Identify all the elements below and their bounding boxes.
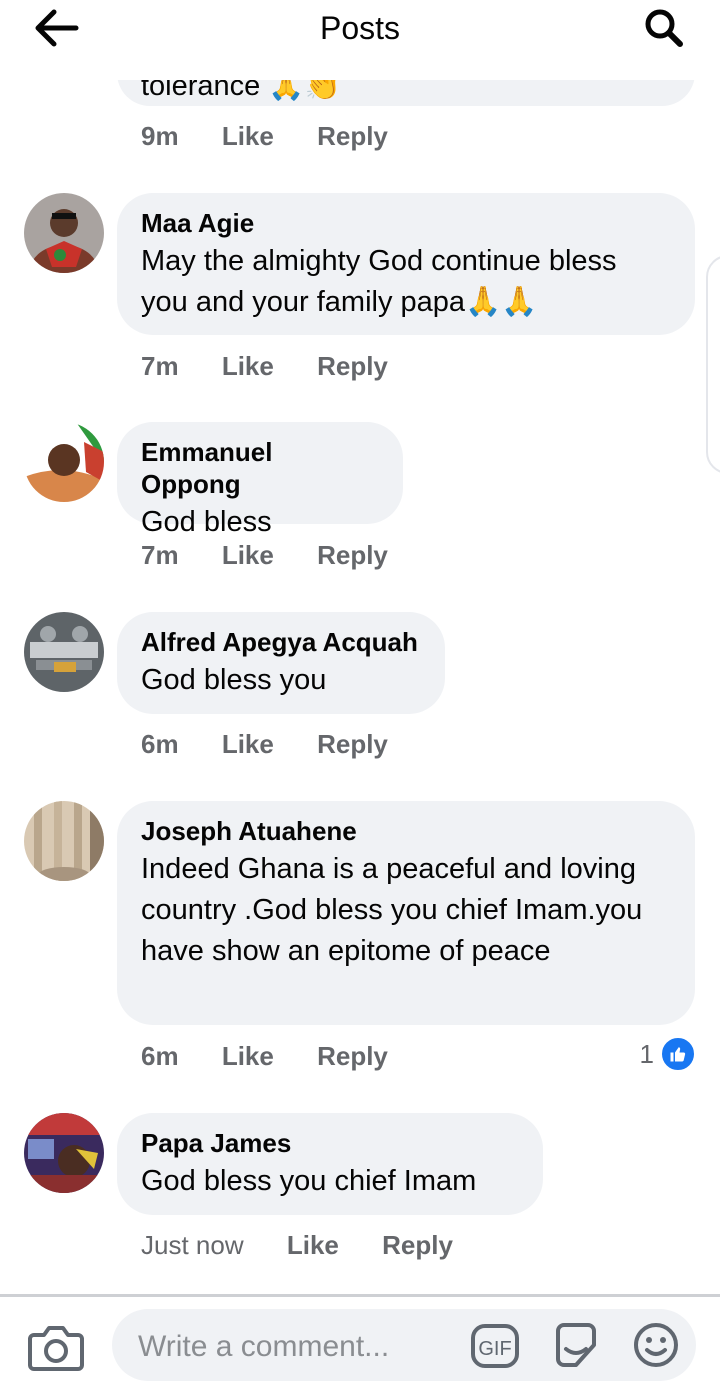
reaction-summary[interactable]: 1 xyxy=(640,1036,696,1072)
like-thumb-icon xyxy=(660,1036,696,1072)
comment-author[interactable]: Joseph Atuahene xyxy=(141,815,671,847)
comment-time: 7m xyxy=(141,351,179,381)
reply-link[interactable]: Reply xyxy=(317,728,388,760)
camera-icon[interactable] xyxy=(28,1321,84,1371)
avatar-image xyxy=(24,422,104,502)
comment-author[interactable]: Maa Agie xyxy=(141,207,671,239)
side-panel-edge xyxy=(706,255,720,474)
avatar-image xyxy=(24,193,104,273)
like-link[interactable]: Like xyxy=(222,350,274,382)
top-bar: Posts xyxy=(0,0,720,80)
avatar[interactable] xyxy=(24,1113,104,1193)
comment-placeholder: Write a comment... xyxy=(138,1330,390,1363)
comment-time: 7m xyxy=(141,540,179,570)
comment-author[interactable]: Papa James xyxy=(141,1127,519,1159)
sticker-icon[interactable] xyxy=(552,1321,600,1371)
comment-composer: Write a comment... GIF xyxy=(0,1294,720,1381)
reply-link[interactable]: Reply xyxy=(317,539,388,571)
avatar-image xyxy=(24,612,104,692)
reply-link[interactable]: Reply xyxy=(382,1229,453,1261)
like-link[interactable]: Like xyxy=(222,728,274,760)
avatar[interactable] xyxy=(24,422,104,502)
comment-actions: 6m Like Reply xyxy=(141,728,424,760)
avatar-image xyxy=(24,1113,104,1193)
like-link[interactable]: Like xyxy=(222,539,274,571)
comment-input[interactable]: Write a comment... GIF xyxy=(112,1309,696,1381)
comment-time: Just now xyxy=(141,1230,244,1260)
reply-link[interactable]: Reply xyxy=(317,120,388,152)
comment-actions: Just now Like Reply xyxy=(141,1229,489,1261)
comment-time: 6m xyxy=(141,729,179,759)
gif-icon[interactable]: GIF xyxy=(470,1323,520,1369)
comment-text: God bless you chief Imam xyxy=(141,1165,477,1197)
svg-text:GIF: GIF xyxy=(478,1338,511,1360)
like-link[interactable]: Like xyxy=(222,1040,274,1072)
reply-link[interactable]: Reply xyxy=(317,1040,388,1072)
comment-text: God bless xyxy=(141,506,272,538)
comment-author[interactable]: Emmanuel Oppong xyxy=(141,436,379,500)
comment-actions: 7m Like Reply xyxy=(141,539,424,571)
search-icon[interactable] xyxy=(640,4,688,52)
comment-bubble[interactable]: Papa James God bless you chief Imam xyxy=(117,1113,543,1215)
avatar-image xyxy=(24,801,104,881)
avatar[interactable] xyxy=(24,801,104,881)
comment-actions: 9m Like Reply xyxy=(141,120,424,152)
comment-actions: 6m Like Reply xyxy=(141,1040,424,1072)
emoji-icon[interactable] xyxy=(632,1321,680,1369)
comment-time: 9m xyxy=(141,121,179,151)
reaction-count: 1 xyxy=(639,1039,654,1069)
reply-link[interactable]: Reply xyxy=(317,350,388,382)
comment-bubble[interactable]: Maa Agie May the almighty God continue b… xyxy=(117,193,695,335)
comment-text: Indeed Ghana is a peaceful and loving co… xyxy=(141,853,643,967)
comments-feed[interactable]: tolerance 🙏👏 9m Like Reply Maa Agie May … xyxy=(0,0,720,1296)
avatar[interactable] xyxy=(24,193,104,273)
avatar[interactable] xyxy=(24,612,104,692)
comment-actions: 7m Like Reply xyxy=(141,350,424,382)
comment-bubble[interactable]: Joseph Atuahene Indeed Ghana is a peacef… xyxy=(117,801,695,1025)
like-link[interactable]: Like xyxy=(287,1229,339,1261)
comment-bubble[interactable]: Emmanuel Oppong God bless xyxy=(117,422,403,538)
comment-author[interactable]: Alfred Apegya Acquah xyxy=(141,626,421,658)
page-title: Posts xyxy=(319,10,401,46)
like-link[interactable]: Like xyxy=(222,120,274,152)
comment-text: May the almighty God continue bless you … xyxy=(141,245,617,318)
comment-time: 6m xyxy=(141,1041,179,1071)
comment-text: God bless you xyxy=(141,664,327,696)
comment-bubble[interactable]: Alfred Apegya Acquah God bless you xyxy=(117,612,445,714)
